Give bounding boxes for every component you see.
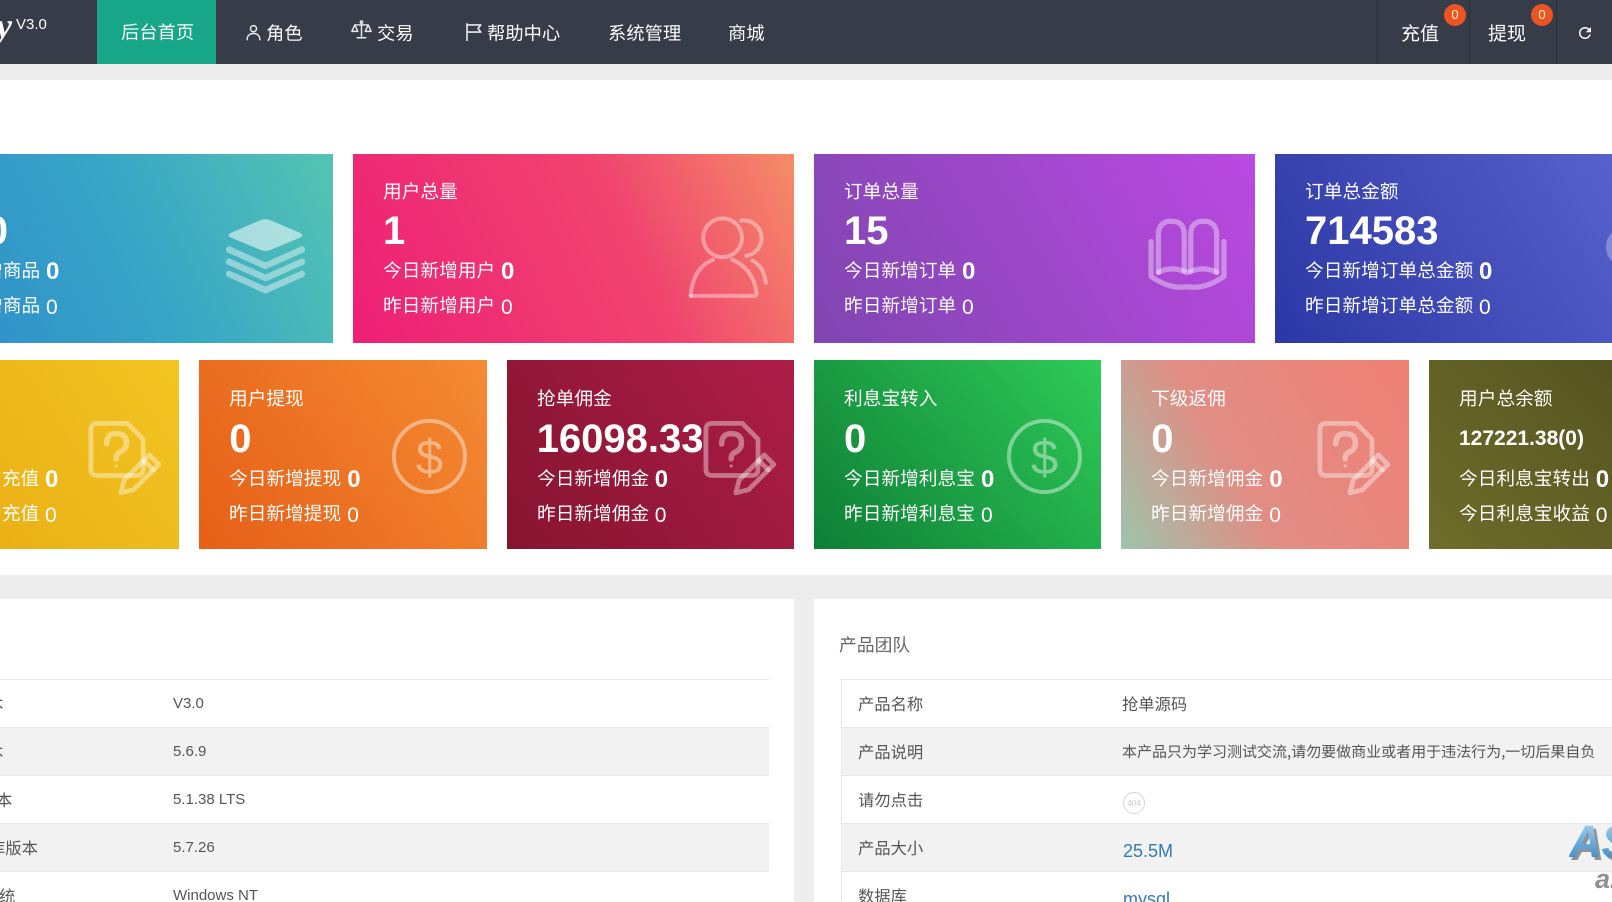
svg-text:$: $ (416, 431, 443, 485)
svg-text:$: $ (1031, 431, 1058, 485)
